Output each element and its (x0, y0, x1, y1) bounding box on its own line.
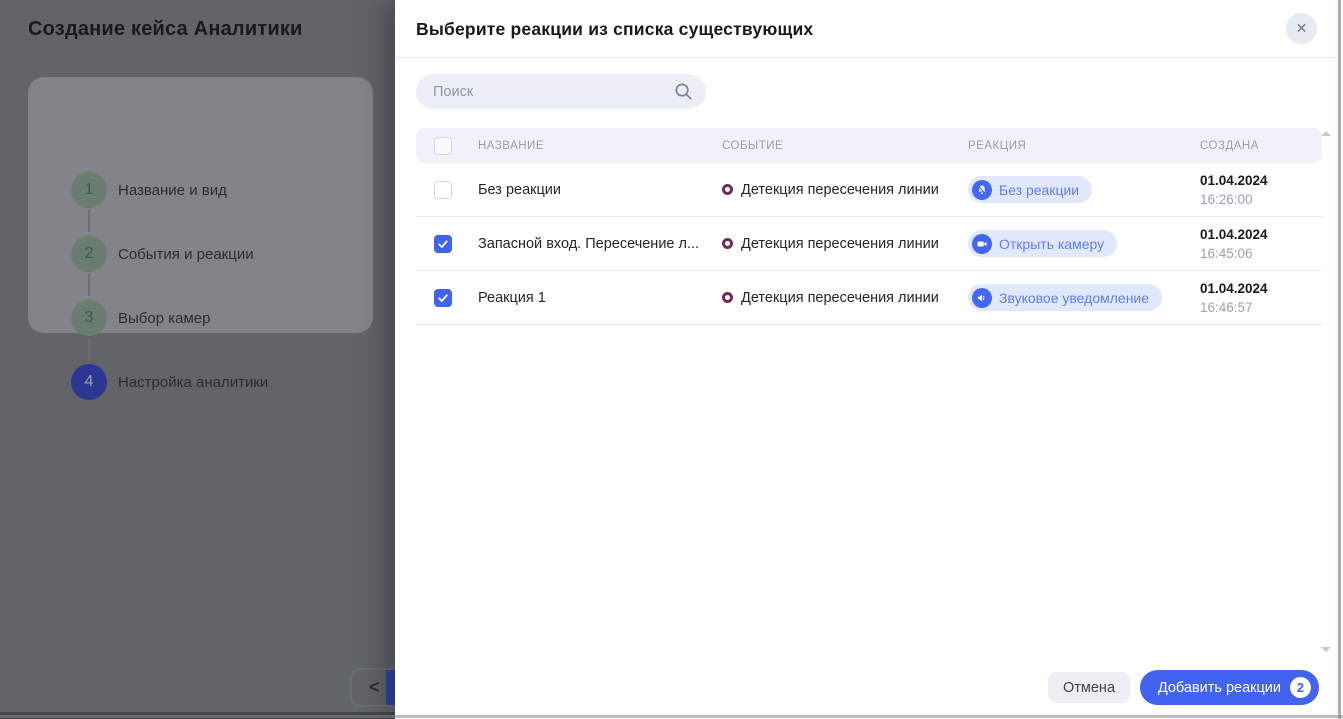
reaction-badge: Открыть камеру (968, 230, 1118, 257)
add-reactions-label: Добавить реакции (1157, 679, 1281, 696)
table-row[interactable]: Запасной вход. Пересечение л... Детекция… (416, 217, 1322, 271)
select-reactions-modal: Выберите реакции из списка существующих … (395, 0, 1343, 719)
event-ring-icon (722, 292, 733, 303)
created-cell: 01.04.2024 16:26:00 (1200, 171, 1322, 209)
search-input[interactable] (416, 74, 706, 109)
event-cell: Детекция пересечения линии (722, 182, 968, 198)
video-camera-icon (972, 233, 992, 254)
scrollbar-thumb[interactable] (1338, 0, 1341, 719)
row-checkbox[interactable] (434, 180, 452, 199)
created-date: 01.04.2024 (1200, 172, 1268, 188)
reaction-badge-label: Открыть камеру (999, 235, 1105, 252)
reaction-name: Реакция 1 (478, 289, 546, 306)
table-header-row: НАЗВАНИЕ СОБЫТИЕ РЕАКЦИЯ СОЗДАНА (416, 128, 1322, 163)
cancel-button[interactable]: Отмена (1048, 672, 1130, 703)
created-time: 16:26:00 (1200, 191, 1253, 207)
event-label: Детекция пересечения линии (741, 235, 939, 252)
row-checkbox[interactable] (434, 234, 452, 253)
created-cell: 01.04.2024 16:46:57 (1200, 279, 1322, 317)
event-ring-icon (722, 184, 733, 195)
select-all-checkbox[interactable] (434, 136, 452, 155)
event-cell: Детекция пересечения линии (722, 236, 968, 252)
app-window: Создание кейса Аналитики 1 Название и ви… (0, 0, 1343, 719)
reaction-cell: Звуковое уведомление (968, 284, 1200, 311)
created-cell: 01.04.2024 16:45:06 (1200, 225, 1322, 263)
created-date: 01.04.2024 (1200, 226, 1268, 242)
selected-count-badge: 2 (1290, 677, 1311, 698)
add-reactions-button[interactable]: Добавить реакции 2 (1139, 670, 1319, 705)
close-button[interactable]: ✕ (1286, 13, 1317, 44)
screen-bottom-edge (0, 715, 1343, 718)
reaction-cell: Без реакции (968, 176, 1200, 203)
scrollbar[interactable] (1336, 0, 1343, 719)
table-row[interactable]: Реакция 1 Детекция пересечения линии Зву… (416, 271, 1322, 325)
reaction-badge-label: Звуковое уведомление (999, 289, 1150, 306)
speaker-icon (972, 287, 992, 308)
search-icon (675, 83, 692, 100)
row-checkbox[interactable] (434, 288, 452, 307)
reaction-name: Запасной вход. Пересечение л... (478, 235, 700, 252)
created-time: 16:46:57 (1200, 299, 1253, 315)
reaction-cell: Открыть камеру (968, 230, 1200, 257)
event-cell: Детекция пересечения линии (722, 290, 968, 306)
reactions-table: НАЗВАНИЕ СОБЫТИЕ РЕАКЦИЯ СОЗДАНА Без реа… (416, 128, 1322, 325)
event-ring-icon (722, 238, 733, 249)
reaction-badge: Без реакции (968, 176, 1093, 203)
bell-off-icon (972, 179, 992, 200)
event-label: Детекция пересечения линии (741, 181, 939, 198)
column-header-reaction: РЕАКЦИЯ (968, 139, 1027, 152)
close-icon: ✕ (1295, 20, 1308, 36)
table-row[interactable]: Без реакции Детекция пересечения линии Б… (416, 163, 1322, 217)
reaction-badge-label: Без реакции (999, 181, 1080, 198)
column-header-event: СОБЫТИЕ (722, 139, 784, 152)
reaction-name: Без реакции (478, 181, 561, 198)
created-time: 16:45:06 (1200, 245, 1253, 261)
reaction-badge: Звуковое уведомление (968, 284, 1163, 311)
modal-title: Выберите реакции из списка существующих (416, 18, 814, 39)
modal-header: Выберите реакции из списка существующих … (395, 0, 1343, 58)
event-label: Детекция пересечения линии (741, 289, 939, 306)
search-input-wrapper (416, 74, 706, 109)
column-header-created: СОЗДАНА (1200, 139, 1259, 152)
scroll-up-arrow-icon[interactable] (1321, 131, 1331, 136)
column-header-name: НАЗВАНИЕ (478, 139, 544, 152)
scroll-down-arrow-icon[interactable] (1321, 647, 1331, 652)
created-date: 01.04.2024 (1200, 280, 1268, 296)
